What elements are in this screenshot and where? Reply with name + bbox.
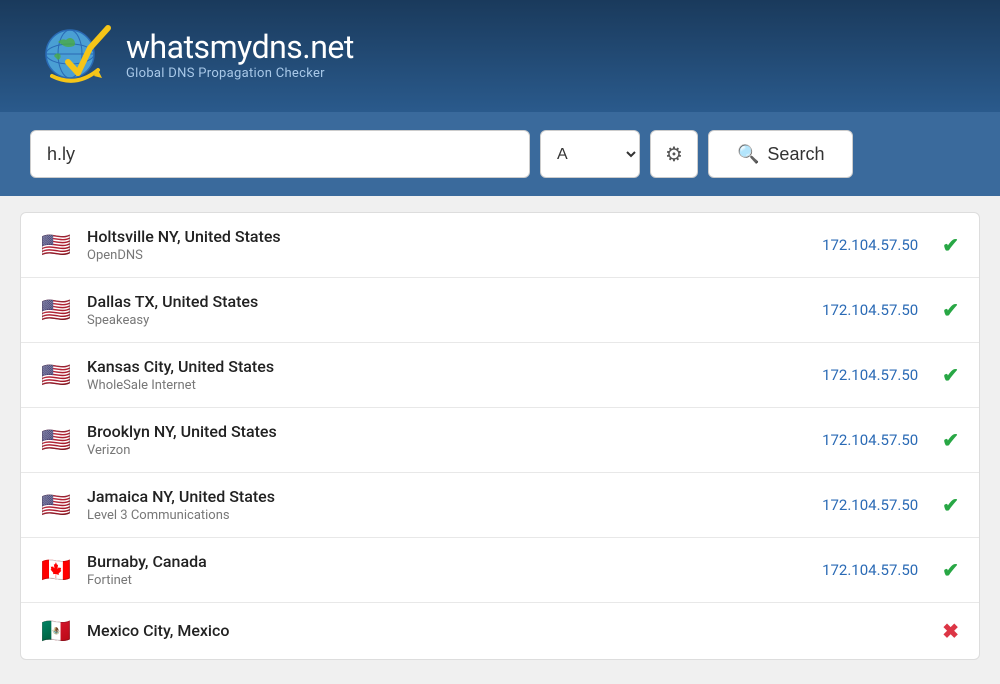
location-name: Burnaby, Canada (87, 552, 808, 571)
location-name: Brooklyn NY, United States (87, 422, 808, 441)
search-input[interactable] (30, 130, 530, 178)
provider-name: Level 3 Communications (87, 508, 808, 523)
logo-icon (40, 18, 112, 90)
location-name: Kansas City, United States (87, 357, 808, 376)
provider-name: OpenDNS (87, 248, 808, 263)
status-icon: ✖ (942, 619, 959, 643)
location-info: Dallas TX, United States Speakeasy (87, 292, 808, 328)
status-icon: ✔ (942, 298, 959, 322)
table-row: 🇺🇸 Brooklyn NY, United States Verizon 172.1… (21, 408, 979, 473)
settings-button[interactable]: ⚙ (650, 130, 698, 178)
search-icon: 🔍 (737, 144, 759, 165)
provider-name: Speakeasy (87, 313, 808, 328)
location-name: Jamaica NY, United States (87, 487, 808, 506)
gear-icon: ⚙ (665, 142, 683, 167)
logo-container: whatsmydns.net Global DNS Propagation Ch… (40, 18, 354, 90)
table-row: 🇺🇸 Kansas City, United States WholeSale In… (21, 343, 979, 408)
status-icon: ✔ (942, 558, 959, 582)
location-info: Brooklyn NY, United States Verizon (87, 422, 808, 458)
location-name: Holtsville NY, United States (87, 227, 808, 246)
location-name: Dallas TX, United States (87, 292, 808, 311)
header: whatsmydns.net Global DNS Propagation Ch… (0, 0, 1000, 112)
flag-icon: 🇺🇸 (41, 231, 73, 259)
location-info: Jamaica NY, United States Level 3 Communi… (87, 487, 808, 523)
search-button[interactable]: 🔍 Search (708, 130, 853, 178)
ip-address: 172.104.57.50 (822, 301, 918, 319)
status-icon: ✔ (942, 233, 959, 257)
dns-type-select[interactable]: A AAAA CNAME MX NS PTR SOA SRV TXT (540, 130, 640, 178)
search-label: Search (767, 144, 824, 165)
table-row: 🇲🇽 Mexico City, Mexico ✖ (21, 603, 979, 659)
table-row: 🇺🇸 Dallas TX, United States Speakeasy 172.1… (21, 278, 979, 343)
ip-address: 172.104.57.50 (822, 561, 918, 579)
site-subtitle: Global DNS Propagation Checker (126, 66, 354, 81)
location-name: Mexico City, Mexico (87, 621, 904, 640)
status-icon: ✔ (942, 428, 959, 452)
location-info: Mexico City, Mexico (87, 621, 904, 642)
logo-text-block: whatsmydns.net Global DNS Propagation Ch… (126, 28, 354, 81)
provider-name: Verizon (87, 443, 808, 458)
results-container: 🇺🇸 Holtsville NY, United States OpenDNS 172… (20, 212, 980, 660)
flag-icon: 🇨🇦 (41, 556, 73, 584)
location-info: Kansas City, United States WholeSale Inte… (87, 357, 808, 393)
table-row: 🇺🇸 Jamaica NY, United States Level 3 Commu… (21, 473, 979, 538)
flag-icon: 🇲🇽 (41, 617, 73, 645)
ip-address: 172.104.57.50 (822, 366, 918, 384)
flag-icon: 🇺🇸 (41, 491, 73, 519)
flag-icon: 🇺🇸 (41, 426, 73, 454)
status-icon: ✔ (942, 363, 959, 387)
flag-icon: 🇺🇸 (41, 361, 73, 389)
flag-icon: 🇺🇸 (41, 296, 73, 324)
site-title: whatsmydns.net (126, 28, 354, 66)
table-row: 🇨🇦 Burnaby, Canada Fortinet 172.104.57.50 ✔ (21, 538, 979, 603)
provider-name: WholeSale Internet (87, 378, 808, 393)
search-bar: A AAAA CNAME MX NS PTR SOA SRV TXT ⚙ 🔍 S… (0, 112, 1000, 196)
ip-address: 172.104.57.50 (822, 236, 918, 254)
status-icon: ✔ (942, 493, 959, 517)
table-row: 🇺🇸 Holtsville NY, United States OpenDNS 172… (21, 213, 979, 278)
location-info: Burnaby, Canada Fortinet (87, 552, 808, 588)
ip-address: 172.104.57.50 (822, 496, 918, 514)
provider-name: Fortinet (87, 573, 808, 588)
ip-address: 172.104.57.50 (822, 431, 918, 449)
location-info: Holtsville NY, United States OpenDNS (87, 227, 808, 263)
